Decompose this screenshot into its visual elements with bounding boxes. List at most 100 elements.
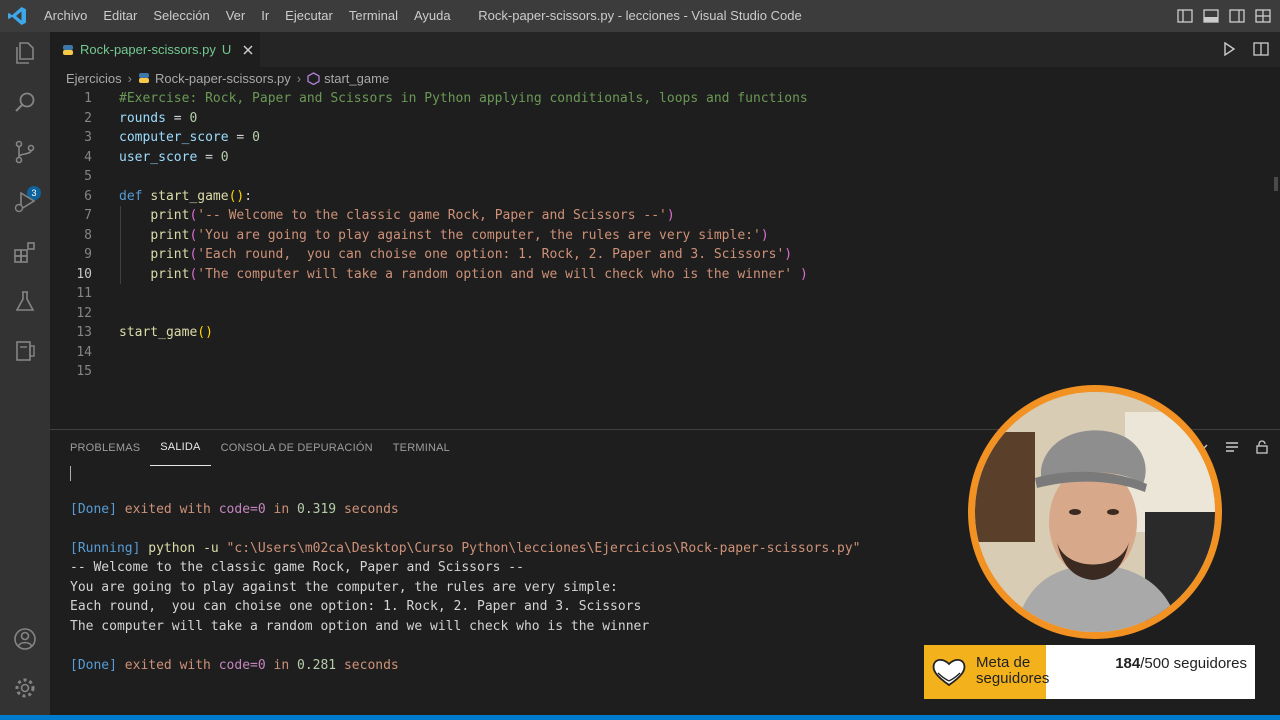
editor-tab-bar: Rock-paper-scissors.py U	[50, 32, 1280, 67]
menu-ir[interactable]: Ir	[253, 0, 277, 32]
menu-bar: Archivo Editar Selección Ver Ir Ejecutar…	[36, 0, 459, 32]
breadcrumb-file[interactable]: Rock-paper-scissors.py	[155, 71, 291, 86]
code-text: computer_score = 0	[119, 130, 260, 145]
line-number: 5	[84, 169, 92, 184]
tab-terminal[interactable]: TERMINAL	[383, 430, 460, 466]
presenter-video-image	[975, 392, 1215, 632]
chevron-right-icon: ›	[127, 70, 132, 86]
minimap-slider[interactable]	[1274, 177, 1278, 191]
code-text: print('Each round, you can choise one op…	[150, 247, 793, 262]
symbol-method-icon	[307, 71, 320, 85]
line-number: 9	[84, 247, 92, 262]
python-file-icon	[63, 44, 73, 55]
code-line: 9 print('Each round, you can choise one …	[50, 245, 1270, 265]
chevron-right-icon: ›	[296, 70, 302, 86]
code-text: print('The computer will take a random o…	[150, 266, 808, 282]
output-line-running: [Running] python -u "c:\Users\m02ca\Desk…	[70, 540, 861, 556]
toggle-secondary-sidebar-icon[interactable]	[1228, 7, 1246, 25]
tab-label: Rock-paper-scissors.py	[80, 42, 216, 57]
code-line: 4 user_score = 0	[50, 148, 1270, 168]
breadcrumb: Ejercicios › Rock-paper-scissors.py › st…	[66, 67, 389, 89]
menu-ejecutar[interactable]: Ejecutar	[277, 0, 341, 32]
line-number: 1	[84, 91, 92, 106]
code-text: print('-- Welcome to the classic game Ro…	[150, 208, 675, 223]
line-number: 2	[84, 110, 92, 126]
menu-ayuda[interactable]: Ayuda	[406, 0, 459, 32]
code-text: start_game()	[119, 325, 213, 340]
code-comment: #Exercise: Rock, Paper and Scissors in P…	[119, 91, 808, 106]
testing-icon[interactable]	[12, 289, 38, 315]
line-number: 14	[76, 344, 92, 360]
tab-rock-paper-scissors[interactable]: Rock-paper-scissors.py U	[50, 32, 260, 67]
tab-untracked-status: U	[221, 42, 232, 57]
code-editor[interactable]: 1 #Exercise: Rock, Paper and Scissors in …	[50, 89, 1280, 429]
source-control-icon[interactable]	[12, 139, 38, 165]
menu-archivo[interactable]: Archivo	[36, 0, 95, 32]
toggle-sidebar-icon[interactable]	[1176, 7, 1194, 25]
title-bar: Archivo Editar Selección Ver Ir Ejecutar…	[0, 0, 1280, 32]
code-line: 7 print('-- Welcome to the classic game …	[50, 206, 1270, 226]
heart-hands-icon	[932, 658, 966, 687]
python-file-icon	[138, 73, 149, 83]
line-number: 6	[84, 188, 92, 204]
menu-terminal[interactable]: Terminal	[341, 0, 406, 32]
clear-output-icon[interactable]	[1224, 439, 1240, 455]
files-icon[interactable]	[12, 40, 38, 66]
goal-label: Meta de seguidores	[976, 654, 1050, 687]
menu-ver[interactable]: Ver	[218, 0, 254, 32]
settings-gear-icon[interactable]	[12, 675, 38, 701]
tab-problemas[interactable]: PROBLEMAS	[60, 430, 150, 466]
goal-current: 184	[1115, 655, 1141, 672]
activity-bar: 3	[0, 32, 50, 715]
remote-explorer-icon[interactable]	[12, 338, 38, 364]
breadcrumb-folder[interactable]: Ejercicios	[66, 71, 122, 86]
tab-salida[interactable]: SALIDA	[150, 430, 211, 466]
code-line: 2 rounds = 0	[50, 109, 1270, 129]
close-icon[interactable]	[241, 43, 255, 57]
customize-layout-icon[interactable]	[1254, 7, 1272, 25]
status-bar	[0, 715, 1280, 720]
line-number: 13	[76, 325, 92, 340]
line-number: 15	[76, 364, 92, 379]
line-number: 4	[84, 149, 92, 165]
account-icon[interactable]	[12, 626, 38, 652]
panel-tabs: PROBLEMAS SALIDA CONSOLA DE DEPURACIÓN T…	[50, 430, 460, 466]
split-editor-icon[interactable]	[1252, 40, 1270, 58]
menu-editar[interactable]: Editar	[95, 0, 145, 32]
code-line: 3 computer_score = 0	[50, 128, 1270, 148]
output-line: You are going to play against the comput…	[70, 579, 618, 595]
lock-scroll-icon[interactable]	[1254, 439, 1270, 455]
layout-controls	[1176, 0, 1272, 32]
breadcrumb-symbol[interactable]: start_game	[324, 71, 389, 86]
line-number: 8	[84, 227, 92, 243]
output-line: -- Welcome to the classic game Rock, Pap…	[70, 560, 524, 575]
code-line: 13 start_game()	[50, 323, 1270, 343]
tab-consola-depuracion[interactable]: CONSOLA DE DEPURACIÓN	[211, 430, 383, 466]
code-text: def start_game():	[119, 188, 253, 204]
code-line: 8 print('You are going to play against t…	[50, 226, 1270, 246]
output-line-done: [Done] exited with code=0 in 0.281 secon…	[70, 657, 399, 673]
code-line: 6 def start_game():	[50, 187, 1270, 207]
webcam-video	[975, 392, 1215, 632]
webcam-overlay	[968, 385, 1222, 639]
code-text: rounds = 0	[119, 110, 198, 126]
line-number: 3	[84, 130, 92, 145]
goal-target: /500 seguidores	[1140, 655, 1247, 672]
run-debug-icon[interactable]	[12, 189, 38, 215]
line-number: 11	[76, 286, 92, 301]
text-cursor	[70, 466, 71, 481]
output-line: Each round, you can choise one option: 1…	[70, 599, 642, 614]
line-number: 7	[84, 208, 92, 223]
output-line-done: [Done] exited with code=0 in 0.319 secon…	[70, 501, 399, 517]
extensions-icon[interactable]	[12, 239, 38, 265]
code-line: 10 print('The computer will take a rando…	[50, 265, 1270, 285]
code-text: print('You are going to play against the…	[150, 227, 769, 243]
menu-seleccion[interactable]: Selección	[145, 0, 217, 32]
code-line: 12	[50, 304, 1270, 324]
search-icon[interactable]	[12, 90, 38, 116]
vscode-logo-icon	[8, 7, 26, 25]
toggle-panel-icon[interactable]	[1202, 7, 1220, 25]
run-python-file-icon[interactable]	[1220, 40, 1238, 58]
code-line: 11	[50, 284, 1270, 304]
code-line: 1 #Exercise: Rock, Paper and Scissors in …	[50, 89, 1270, 109]
